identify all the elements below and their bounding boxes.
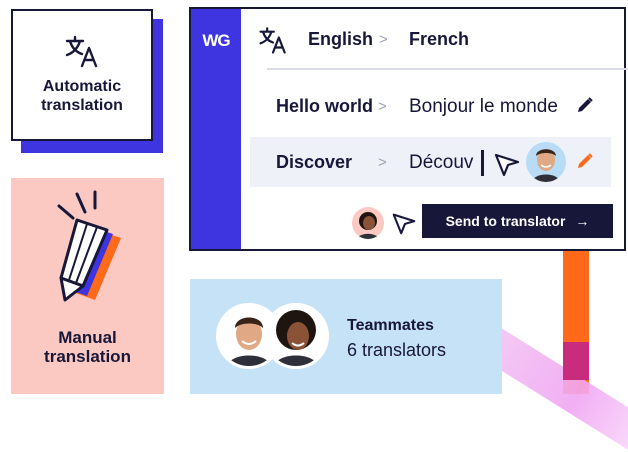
- chevron-right-icon: >: [378, 154, 387, 171]
- translated-text-input[interactable]: Découv: [409, 152, 473, 174]
- cursor-icon: [494, 153, 520, 177]
- send-to-translator-button[interactable]: Send to translator →: [422, 204, 613, 238]
- logo: WG: [202, 31, 230, 50]
- target-language[interactable]: French: [409, 29, 469, 50]
- pencil-illustration: [57, 190, 121, 302]
- avatar: [352, 207, 384, 239]
- translation-row-active[interactable]: Discover > Découv: [250, 137, 611, 187]
- translated-text: Bonjour le monde: [409, 96, 558, 117]
- source-text: Hello world: [276, 96, 374, 116]
- teammates-count: 6 translators: [347, 340, 447, 360]
- teammates-title: Teammates: [347, 317, 434, 334]
- avatar: [263, 303, 329, 369]
- source-language[interactable]: English: [308, 29, 373, 50]
- header-divider: [267, 68, 628, 70]
- automatic-translation-label: Automatic translation: [41, 78, 123, 114]
- arrow-right-icon: →: [575, 213, 590, 229]
- stripe-overlap-decoration: [563, 342, 589, 380]
- translation-row[interactable]: Hello world > Bonjour le monde: [250, 81, 611, 131]
- teammates-card: Teammates 6 translators: [190, 279, 502, 394]
- automatic-translation-card: Automatic translation: [11, 9, 153, 141]
- avatar: [526, 142, 566, 182]
- text-caret: [481, 150, 484, 176]
- manual-translation-card: Manual translation: [11, 178, 164, 394]
- translate-icon: [65, 35, 98, 68]
- send-button-label: Send to translator: [445, 213, 566, 229]
- manual-translation-label: Manual translation: [44, 328, 131, 366]
- translate-icon: [259, 27, 286, 54]
- cursor-icon: [392, 213, 416, 235]
- pencil-icon[interactable]: [576, 96, 594, 114]
- pencil-icon[interactable]: [576, 152, 594, 170]
- chevron-right-icon: >: [378, 98, 387, 115]
- chevron-right-icon: >: [379, 31, 388, 48]
- source-text: Discover: [276, 152, 353, 172]
- translation-editor-panel: WG English > French Hello world > Bonjou…: [189, 7, 628, 251]
